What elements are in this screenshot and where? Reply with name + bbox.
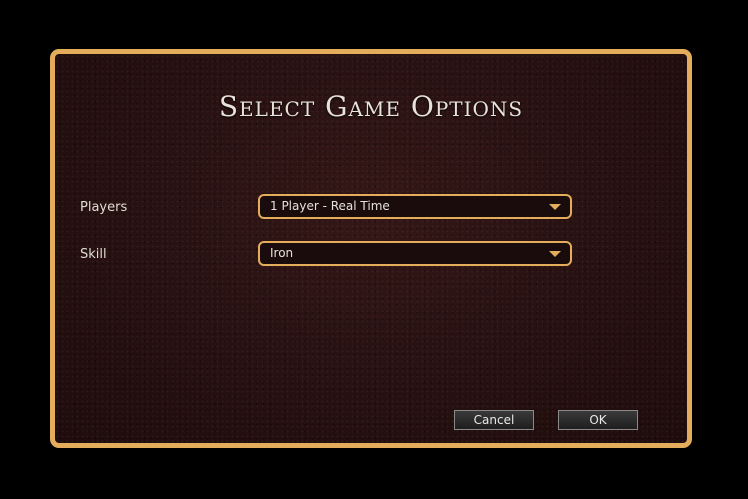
game-screen: Select Game Options Players 1 Player - R…	[0, 0, 748, 499]
dialog-title: Select Game Options	[218, 90, 524, 123]
players-select-value: 1 Player - Real Time	[270, 199, 390, 213]
chevron-down-icon[interactable]	[549, 251, 561, 257]
skill-select[interactable]: Iron	[258, 241, 572, 266]
cancel-button[interactable]: Cancel	[454, 410, 534, 430]
game-options-dialog: Select Game Options Players 1 Player - R…	[50, 49, 692, 448]
skill-label: Skill	[80, 247, 107, 262]
ok-button[interactable]: OK	[558, 410, 638, 430]
players-label: Players	[80, 200, 128, 215]
chevron-down-icon[interactable]	[549, 204, 561, 210]
players-select[interactable]: 1 Player - Real Time	[258, 194, 572, 219]
skill-select-value: Iron	[270, 246, 294, 260]
